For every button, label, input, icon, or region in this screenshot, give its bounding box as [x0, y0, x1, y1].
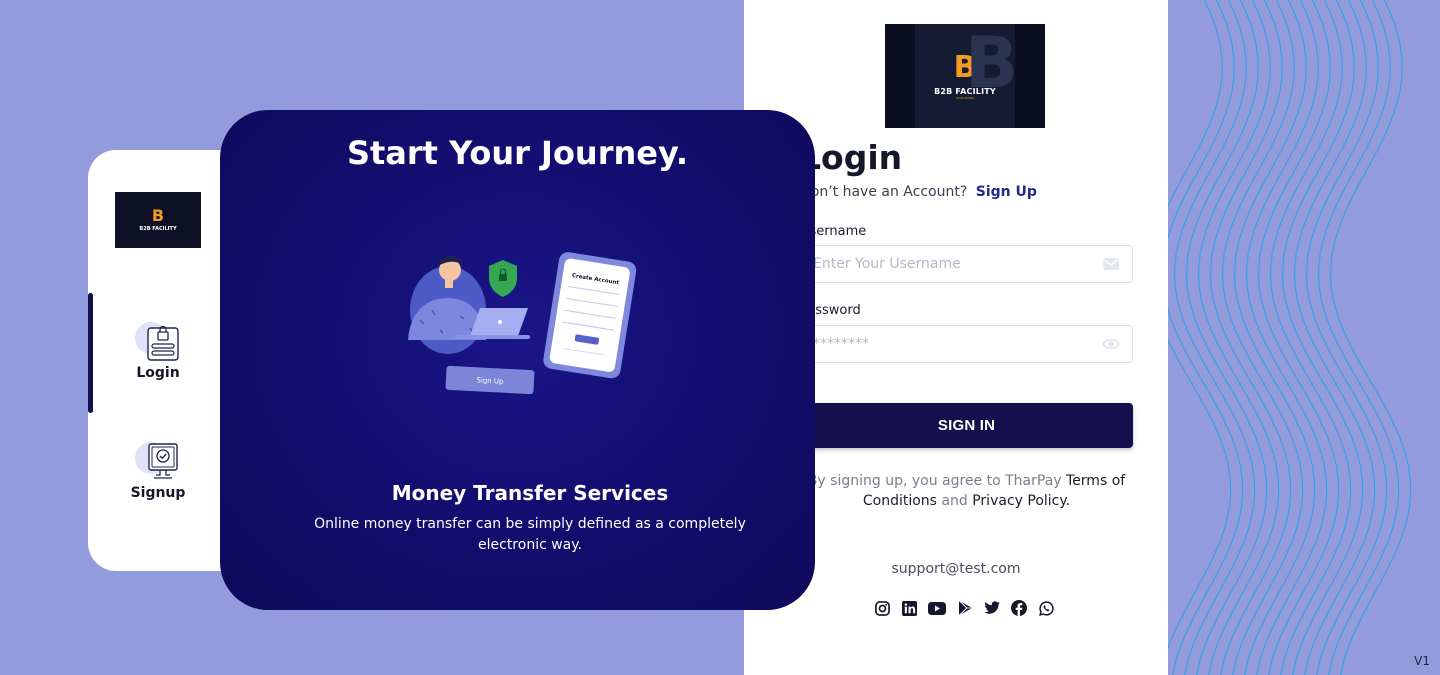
eye-icon[interactable] — [1102, 338, 1120, 350]
envelope-icon — [1102, 258, 1120, 270]
nav-item-login-label: Login — [136, 365, 180, 381]
hero-title: Start Your Journey. — [346, 134, 689, 172]
instagram-icon[interactable] — [873, 599, 891, 617]
login-lock-icon — [133, 318, 183, 362]
twitter-icon[interactable] — [983, 599, 1001, 617]
signup-illustration: Create Account Sign Up — [408, 252, 637, 395]
logo-name: B2B FACILITY — [934, 86, 996, 96]
hero-description: Online money transfer can be simply defi… — [314, 516, 746, 553]
side-brand-logo: B B2B FACILITY — [115, 192, 201, 248]
nav-item-signup[interactable]: Signup — [116, 438, 200, 501]
google-play-icon[interactable] — [956, 599, 974, 617]
no-account-line: Don’t have an Account? Sign Up — [800, 184, 1037, 200]
password-field-wrapper — [800, 325, 1133, 363]
password-input[interactable] — [813, 336, 1102, 352]
nav-item-login[interactable]: Login — [116, 318, 200, 381]
terms-text: By signing up, you agree to TharPay Term… — [800, 471, 1133, 511]
side-logo-name: B2B FACILITY — [139, 226, 177, 232]
wave-line — [1168, 0, 1232, 651]
sign-in-button[interactable]: SIGN IN — [800, 403, 1133, 448]
version-label: V1 — [1414, 654, 1430, 668]
social-links — [873, 599, 1055, 617]
nav-item-signup-label: Signup — [130, 485, 186, 501]
wave-decoration — [1168, 0, 1412, 675]
facebook-icon[interactable] — [1010, 599, 1028, 617]
wave-line — [1317, 0, 1400, 675]
linkedin-icon[interactable] — [900, 599, 918, 617]
youtube-icon[interactable] — [927, 599, 947, 617]
username-input[interactable] — [813, 256, 1102, 272]
illus-signup-button: Sign Up — [476, 376, 504, 385]
whatsapp-icon[interactable] — [1037, 599, 1055, 617]
terms-and: and — [941, 493, 968, 509]
hero-subtitle: Money Transfer Services — [391, 481, 669, 505]
signup-link[interactable]: Sign Up — [976, 184, 1037, 200]
signup-check-icon — [133, 438, 183, 482]
no-account-text: Don’t have an Account? — [800, 184, 968, 200]
hero-card: Start Your Journey. Create Account Sign … — [220, 110, 815, 610]
username-field-wrapper — [800, 245, 1133, 283]
logo-tagline: SOLUTIONS — [956, 95, 974, 100]
terms-prefix: By signing up, you agree to TharPay — [807, 473, 1062, 489]
wave-line — [1329, 0, 1412, 675]
brand-logo: B B B2B FACILITY SOLUTIONS — [885, 24, 1045, 128]
privacy-link[interactable]: Privacy Policy. — [972, 493, 1070, 509]
side-logo-glyph: B — [151, 206, 165, 225]
active-nav-indicator — [88, 293, 93, 413]
login-title: Login — [800, 138, 903, 177]
